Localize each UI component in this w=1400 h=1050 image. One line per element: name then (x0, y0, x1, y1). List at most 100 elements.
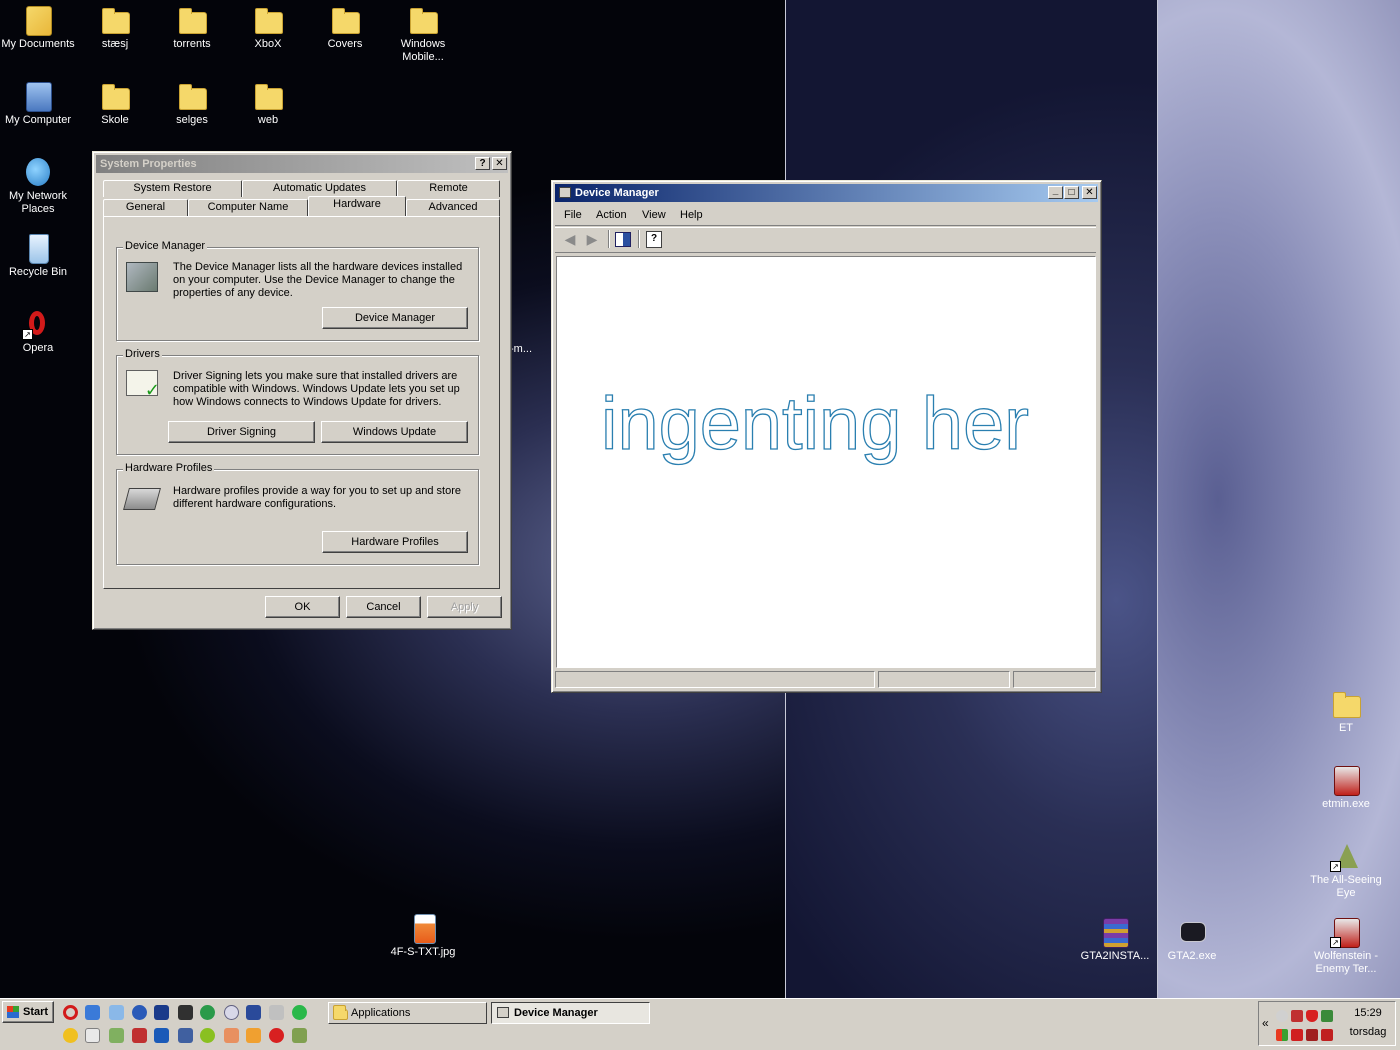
device-manager-titlebar[interactable]: Device Manager _ □ ✕ (555, 184, 1098, 202)
tab-automatic-updates[interactable]: Automatic Updates (242, 180, 397, 197)
tray-network-icon[interactable] (1291, 1010, 1303, 1022)
menu-help[interactable]: Help (680, 205, 703, 225)
picture-icon[interactable] (224, 1028, 239, 1043)
windows-update-button[interactable]: Windows Update (321, 421, 468, 443)
maximize-button[interactable]: □ (1064, 186, 1079, 199)
internet-explorer-icon[interactable] (85, 1005, 100, 1020)
close-button[interactable]: ✕ (492, 157, 507, 170)
folder-icon (179, 84, 207, 110)
toolbar: ◀ ▶ ? (555, 227, 1096, 253)
hardware-profiles-button[interactable]: Hardware Profiles (322, 531, 468, 553)
tray-et-icon[interactable] (1291, 1029, 1303, 1041)
desktop-icon-skole[interactable]: Skole (77, 80, 153, 127)
my-documents-icon (26, 6, 52, 36)
start-label: Start (23, 1006, 49, 1018)
folder-icon (102, 84, 130, 110)
minimize-button[interactable]: _ (1048, 186, 1063, 199)
desktop-icon-my-documents[interactable]: My Documents (0, 4, 76, 51)
document-icon[interactable] (178, 1028, 193, 1043)
hardware-profiles-icon (123, 488, 161, 510)
game-icon[interactable] (178, 1005, 193, 1020)
cancel-button[interactable]: Cancel (346, 596, 421, 618)
desktop-icon-wolfenstein[interactable]: ↗ Wolfenstein - Enemy Ter... (1308, 916, 1384, 976)
clock-time[interactable]: 15:29 (1343, 1007, 1393, 1019)
winamp-icon[interactable] (246, 1028, 261, 1043)
menu-file[interactable]: File (564, 205, 582, 225)
device-manager-window: Device Manager _ □ ✕ File Action View He… (551, 180, 1102, 693)
desktop-icon-gta2insta[interactable]: GTA2INSTA... (1077, 916, 1153, 963)
note-icon[interactable] (292, 1028, 307, 1043)
desktop-icon-all-seeing-eye[interactable]: ↗ The All-Seeing Eye (1308, 840, 1384, 900)
desktop-icon-windows-mobile[interactable]: Windows Mobile... (385, 4, 461, 64)
tray-shield-icon[interactable] (1306, 1010, 1318, 1022)
word-icon[interactable] (154, 1005, 169, 1020)
system-properties-titlebar[interactable]: System Properties ? ✕ (96, 155, 508, 173)
desktop-icon-my-computer[interactable]: My Computer (0, 80, 76, 127)
desktop-icon-etmin-exe[interactable]: etmin.exe (1308, 764, 1384, 811)
desktop-icon-label: GTA2.exe (1167, 950, 1217, 962)
tray-close-icon[interactable] (1276, 1010, 1288, 1022)
tray-windows-icon[interactable] (1276, 1029, 1288, 1041)
tray-app-icon[interactable] (1321, 1010, 1333, 1022)
desktop-icon-staesj[interactable]: stæsj (77, 4, 153, 51)
desktop-icon-label: The All-Seeing Eye (1310, 874, 1382, 899)
skype-icon[interactable] (269, 1028, 284, 1043)
tab-remote[interactable]: Remote (397, 180, 500, 197)
tool-icon[interactable] (269, 1005, 284, 1020)
desktop-icon-label: stæsj (101, 38, 129, 50)
taskbar-button-applications[interactable]: Applications (328, 1002, 487, 1024)
desktop-icon-4f-s-txt[interactable]: 4F-S-TXT.jpg (385, 912, 461, 959)
desktop-icon-gta2-exe[interactable]: GTA2.exe (1154, 916, 1230, 963)
tray-mail-icon[interactable] (1306, 1029, 1318, 1041)
help-button[interactable]: ? (475, 157, 490, 170)
calculator-icon[interactable] (85, 1028, 100, 1043)
media-player-icon[interactable] (132, 1005, 147, 1020)
tray-wifi-icon[interactable] (1321, 1029, 1333, 1041)
device-tree-pane[interactable]: ingenting her (556, 256, 1096, 668)
desktop-icon-torrents[interactable]: torrents (154, 4, 230, 51)
desktop-icon-selges[interactable]: selges (154, 80, 230, 127)
apply-button[interactable]: Apply (427, 596, 502, 618)
winrar-icon[interactable] (132, 1028, 147, 1043)
network-connections-icon[interactable] (109, 1005, 124, 1020)
status-bar-pane (878, 671, 1010, 688)
utorrent-icon[interactable] (200, 1028, 215, 1043)
messenger-icon[interactable] (63, 1028, 78, 1043)
arrow-app-icon[interactable] (246, 1005, 261, 1020)
taskbar-button-label: Device Manager (514, 1007, 598, 1019)
menu-action[interactable]: Action (596, 205, 627, 225)
properties-help-icon[interactable]: ? (646, 231, 662, 248)
desktop-icon-xbox[interactable]: XboX (230, 4, 306, 51)
driver-signing-button[interactable]: Driver Signing (168, 421, 315, 443)
taskbar-button-device-manager[interactable]: Device Manager (491, 1002, 650, 1024)
notepad-icon[interactable] (109, 1028, 124, 1043)
cd-icon[interactable] (224, 1005, 239, 1020)
forward-arrow-icon[interactable]: ▶ (583, 230, 601, 248)
azureus-icon[interactable] (200, 1005, 215, 1020)
close-button[interactable]: ✕ (1082, 186, 1097, 199)
desktop-icon-label: My Computer (4, 114, 72, 126)
hardware-tab-panel: Device Manager The Device Manager lists … (103, 216, 500, 589)
opera-icon[interactable] (63, 1005, 78, 1020)
tab-hardware[interactable]: Hardware (308, 196, 406, 216)
desktop-icon-my-network-places[interactable]: My Network Places (0, 156, 76, 216)
desktop-icon-web[interactable]: web (230, 80, 306, 127)
desktop-icon-opera[interactable]: ↗ Opera (0, 308, 76, 355)
menu-view[interactable]: View (642, 205, 666, 225)
word-doc-icon[interactable] (154, 1028, 169, 1043)
tab-advanced[interactable]: Advanced (406, 199, 500, 216)
back-arrow-icon[interactable]: ◀ (561, 230, 579, 248)
show-hide-console-tree-icon[interactable] (615, 232, 631, 247)
desktop-icon-recycle-bin[interactable]: Recycle Bin (0, 232, 76, 279)
tray-expand-button[interactable]: « (1262, 1016, 1269, 1030)
desktop-icon-et[interactable]: ET (1308, 688, 1384, 735)
device-manager-button[interactable]: Device Manager (322, 307, 468, 329)
tab-system-restore[interactable]: System Restore (103, 180, 242, 197)
ok-button[interactable]: OK (265, 596, 340, 618)
desktop-icon-covers[interactable]: Covers (307, 4, 383, 51)
taskbar-button-label: Applications (351, 1007, 411, 1019)
start-button[interactable]: Start (2, 1001, 54, 1023)
tab-general[interactable]: General (103, 199, 188, 216)
tab-computer-name[interactable]: Computer Name (188, 199, 308, 216)
green-app-icon[interactable] (292, 1005, 307, 1020)
